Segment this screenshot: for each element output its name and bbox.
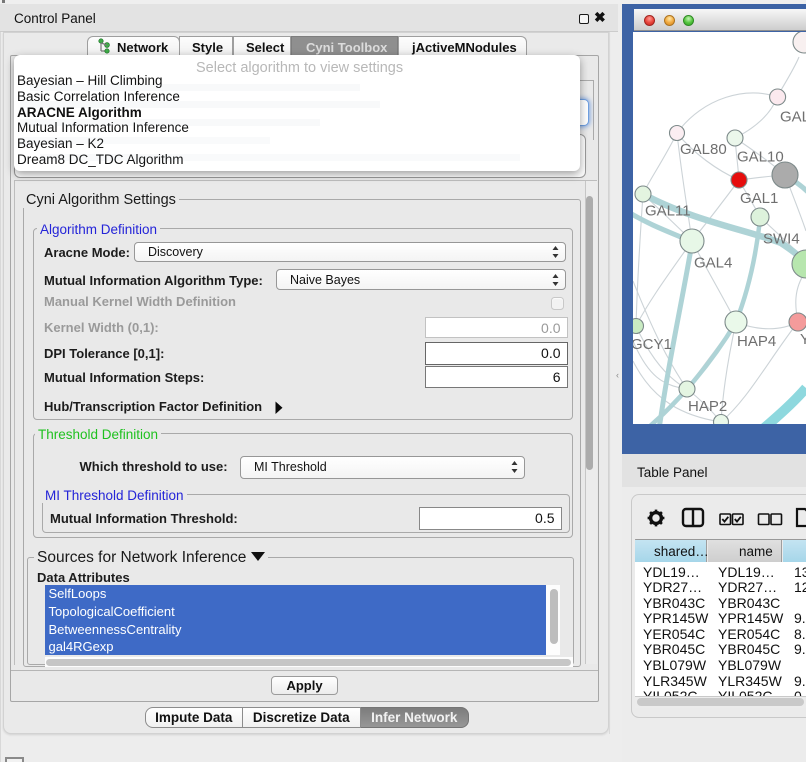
svg-text:HAP4: HAP4 (737, 333, 776, 350)
svg-text:GAL1: GAL1 (740, 190, 778, 207)
svg-text:GAL10: GAL10 (737, 149, 784, 166)
svg-text:GCY1: GCY1 (633, 336, 672, 353)
svg-text:GAL80: GAL80 (680, 141, 727, 158)
svg-text:HAP2: HAP2 (688, 398, 727, 415)
svg-text:GAL4: GAL4 (694, 255, 732, 272)
svg-text:Y: Y (800, 331, 806, 348)
svg-text:GAL11: GAL11 (645, 203, 691, 220)
svg-text:GAL7: GAL7 (780, 109, 806, 126)
svg-text:SWI4: SWI4 (763, 231, 800, 248)
